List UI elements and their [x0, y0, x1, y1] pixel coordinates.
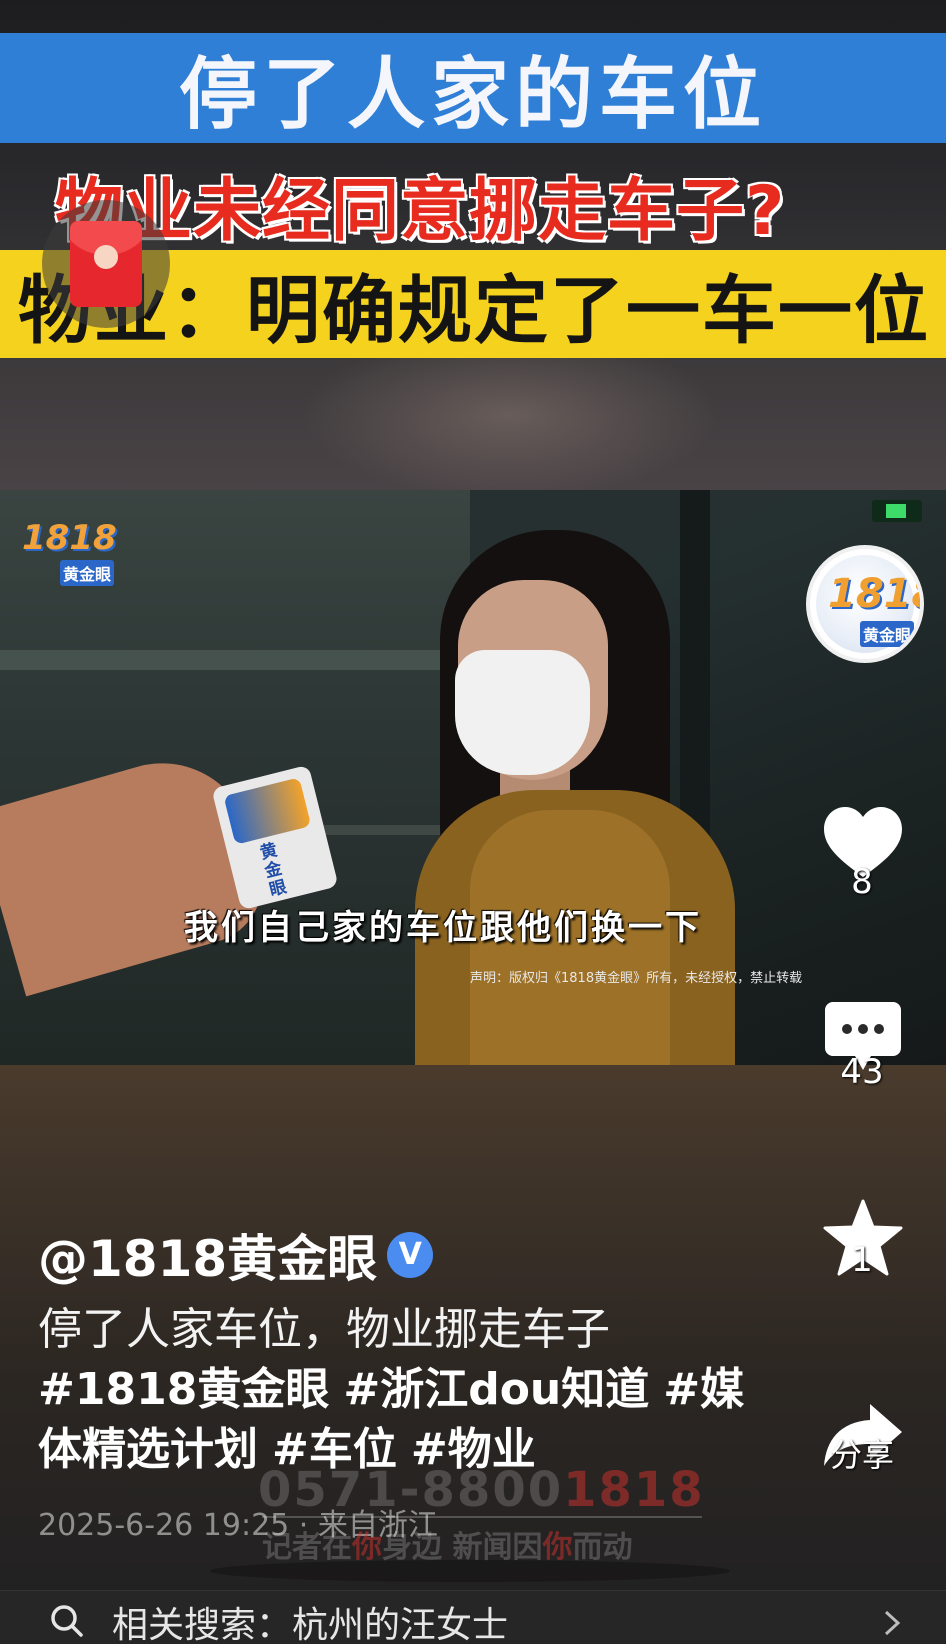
mic-logo-icon	[223, 777, 312, 845]
hashtag[interactable]: #1818黄金眼	[38, 1364, 329, 1415]
banner-title-text: 停了人家的车位	[178, 50, 767, 140]
copyright-disclaimer: 声明：版权归《1818黄金眼》所有，未经授权，禁止转载	[470, 971, 803, 986]
watermark-shadow	[210, 1560, 730, 1582]
hotline-watermark: 0571-88001818	[258, 1462, 705, 1518]
channel-watermark-logo: 1818 黄金眼	[22, 518, 122, 588]
hotline-prefix: 0571-8800	[258, 1462, 564, 1518]
post-caption: 停了人家车位，物业挪走车子 #1818黄金眼 #浙江dou知道 #媒体精选计划 …	[38, 1300, 758, 1480]
search-icon	[51, 1605, 83, 1637]
face-mask	[455, 650, 590, 775]
hotline-suffix: 1818	[563, 1462, 705, 1518]
author-name[interactable]: @1818黄金眼 V	[38, 1225, 434, 1288]
like-count: 8	[851, 862, 873, 902]
verified-badge-icon: V	[387, 1232, 434, 1278]
exit-sign-icon	[872, 500, 922, 522]
favorite-count: 1	[851, 1240, 873, 1280]
hashtag[interactable]: #浙江dou知道	[343, 1364, 649, 1415]
slogan-part: 记者在	[262, 1530, 352, 1565]
video-subtitle: 我们自己家的车位跟他们换一下	[184, 908, 702, 948]
red-headline: 物业未经同意挪走车子?	[55, 172, 786, 251]
avatar-number: 1818	[828, 571, 920, 617]
author-avatar[interactable]: 1818 黄金眼	[806, 545, 924, 663]
watermark-logo-brand: 黄金眼	[60, 560, 115, 586]
caption-text: 停了人家车位，物业挪走车子	[38, 1304, 610, 1355]
mic-brand: 黄金眼	[258, 840, 289, 901]
author-handle[interactable]: @1818黄金眼	[38, 1219, 377, 1291]
watermark-logo-number: 1818	[22, 518, 117, 558]
share-label: 分享	[829, 1436, 894, 1474]
red-packet-icon	[70, 221, 142, 307]
chevron-right-icon[interactable]	[880, 1606, 904, 1640]
watermark-divider	[262, 1516, 702, 1518]
red-packet-button[interactable]	[42, 200, 170, 328]
related-search-label[interactable]: 相关搜索：杭州的汪女士	[112, 1596, 508, 1644]
wall-stripe	[0, 650, 470, 670]
video-frame[interactable]: 黄金眼 1818 黄金眼 我们自己家的车位跟他们换一下 声明：版权归《1818黄…	[0, 490, 946, 1065]
slogan-part: 而动	[572, 1530, 633, 1565]
banner-title: 停了人家的车位	[0, 33, 946, 143]
avatar-brand: 黄金眼	[860, 621, 915, 647]
comment-count: 43	[840, 1052, 884, 1092]
